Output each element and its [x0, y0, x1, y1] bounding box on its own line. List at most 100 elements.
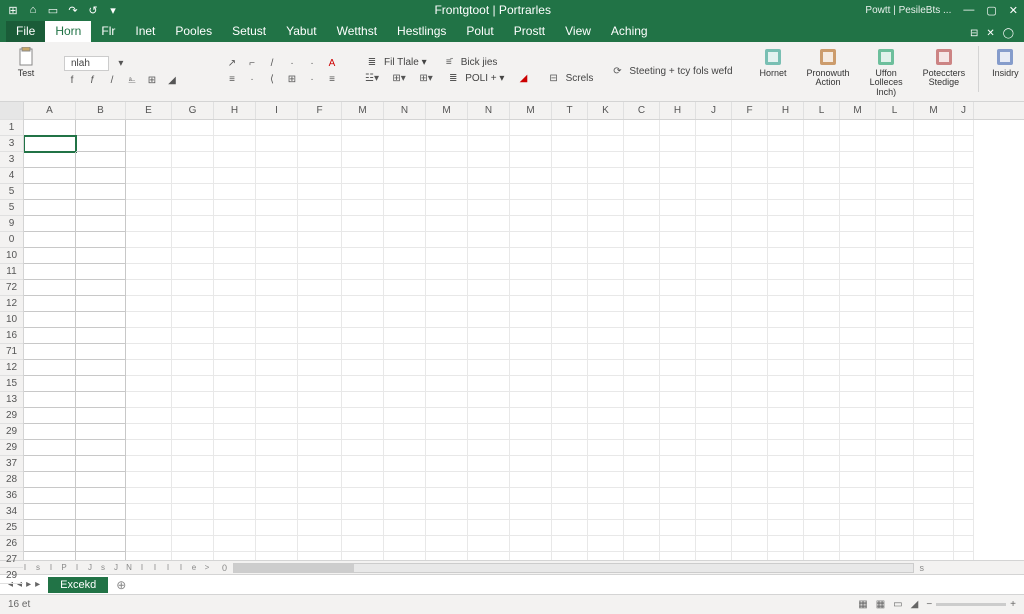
- file-tab[interactable]: File: [6, 21, 45, 42]
- cell[interactable]: [384, 232, 426, 248]
- cell[interactable]: [624, 472, 660, 488]
- ribbon-big-3[interactable]: PotecctersStedige: [920, 46, 969, 88]
- cell[interactable]: [696, 232, 732, 248]
- cell[interactable]: [256, 376, 298, 392]
- cell[interactable]: [172, 184, 214, 200]
- cell[interactable]: [552, 264, 588, 280]
- cell[interactable]: [214, 440, 256, 456]
- col-header-M[interactable]: M: [914, 102, 954, 119]
- cell[interactable]: [24, 200, 76, 216]
- cell[interactable]: [696, 248, 732, 264]
- cell[interactable]: [804, 152, 840, 168]
- cell[interactable]: [256, 344, 298, 360]
- cell[interactable]: [342, 120, 384, 136]
- cell[interactable]: [76, 488, 126, 504]
- cell[interactable]: [660, 136, 696, 152]
- cell[interactable]: [696, 344, 732, 360]
- cell[interactable]: [624, 344, 660, 360]
- ribbon-big-0[interactable]: Hornet: [757, 46, 790, 78]
- ribbon-big-2[interactable]: UffonLollecesInch): [867, 46, 906, 97]
- cell[interactable]: [696, 328, 732, 344]
- cell[interactable]: [914, 456, 954, 472]
- cell[interactable]: [342, 312, 384, 328]
- cell[interactable]: [588, 232, 624, 248]
- ribbon-options-icon[interactable]: ◯: [1003, 28, 1014, 39]
- col-header-E[interactable]: E: [126, 102, 172, 119]
- cell[interactable]: [732, 168, 768, 184]
- cell[interactable]: [876, 216, 914, 232]
- hscroll-track[interactable]: [233, 563, 913, 573]
- view-normal-icon[interactable]: ▦: [858, 599, 867, 610]
- cell[interactable]: [76, 184, 126, 200]
- cell[interactable]: [510, 552, 552, 560]
- cell[interactable]: [510, 424, 552, 440]
- cell[interactable]: [172, 440, 214, 456]
- cell[interactable]: [660, 120, 696, 136]
- cell[interactable]: [624, 168, 660, 184]
- cell[interactable]: [384, 280, 426, 296]
- cell[interactable]: [588, 312, 624, 328]
- cell[interactable]: [840, 296, 876, 312]
- cell[interactable]: [876, 280, 914, 296]
- cell[interactable]: [588, 552, 624, 560]
- app-grid-icon[interactable]: ⊞: [6, 3, 20, 17]
- cell[interactable]: [588, 328, 624, 344]
- cell[interactable]: [624, 296, 660, 312]
- cell[interactable]: [804, 312, 840, 328]
- cell[interactable]: [876, 424, 914, 440]
- cell[interactable]: [876, 200, 914, 216]
- cell[interactable]: [876, 312, 914, 328]
- cell[interactable]: [172, 232, 214, 248]
- cell[interactable]: [732, 152, 768, 168]
- fmt-9-icon[interactable]: ⟳: [609, 65, 625, 79]
- home-icon[interactable]: ⌂: [26, 3, 40, 17]
- cell[interactable]: [804, 536, 840, 552]
- cell[interactable]: [24, 120, 76, 136]
- cell[interactable]: [126, 520, 172, 536]
- cell[interactable]: [24, 248, 76, 264]
- cell[interactable]: [696, 392, 732, 408]
- cell[interactable]: [840, 488, 876, 504]
- cell[interactable]: [840, 120, 876, 136]
- cell[interactable]: [172, 168, 214, 184]
- cell[interactable]: [126, 440, 172, 456]
- new-icon[interactable]: ▭: [46, 3, 60, 17]
- cell[interactable]: [126, 392, 172, 408]
- cell[interactable]: [876, 408, 914, 424]
- ribbon-tab-horn[interactable]: Horn: [45, 21, 91, 42]
- cell[interactable]: [768, 472, 804, 488]
- cell[interactable]: [804, 264, 840, 280]
- cell[interactable]: [214, 152, 256, 168]
- cell[interactable]: [624, 136, 660, 152]
- col-header-H[interactable]: H: [214, 102, 256, 119]
- cell[interactable]: [426, 392, 468, 408]
- cell[interactable]: [552, 200, 588, 216]
- cell[interactable]: [696, 456, 732, 472]
- cell[interactable]: [172, 360, 214, 376]
- cell[interactable]: [804, 376, 840, 392]
- cell[interactable]: [588, 120, 624, 136]
- cell[interactable]: [342, 264, 384, 280]
- cell[interactable]: [256, 472, 298, 488]
- fmt-1-icon[interactable]: ≣: [364, 56, 380, 70]
- cell[interactable]: [510, 504, 552, 520]
- cell[interactable]: [840, 232, 876, 248]
- cell[interactable]: [256, 536, 298, 552]
- cell[interactable]: [126, 296, 172, 312]
- cell[interactable]: [126, 472, 172, 488]
- cell[interactable]: [804, 184, 840, 200]
- cell[interactable]: [660, 248, 696, 264]
- row-header[interactable]: 5: [0, 184, 23, 200]
- cell[interactable]: [298, 328, 342, 344]
- cell[interactable]: [298, 376, 342, 392]
- cell[interactable]: [696, 360, 732, 376]
- cell[interactable]: [384, 488, 426, 504]
- cell[interactable]: [588, 408, 624, 424]
- cell[interactable]: [214, 120, 256, 136]
- align-3-icon[interactable]: /: [264, 57, 280, 71]
- cell[interactable]: [954, 328, 974, 344]
- cell[interactable]: [468, 136, 510, 152]
- cell[interactable]: [126, 216, 172, 232]
- row-header[interactable]: 25: [0, 520, 23, 536]
- cell[interactable]: [468, 536, 510, 552]
